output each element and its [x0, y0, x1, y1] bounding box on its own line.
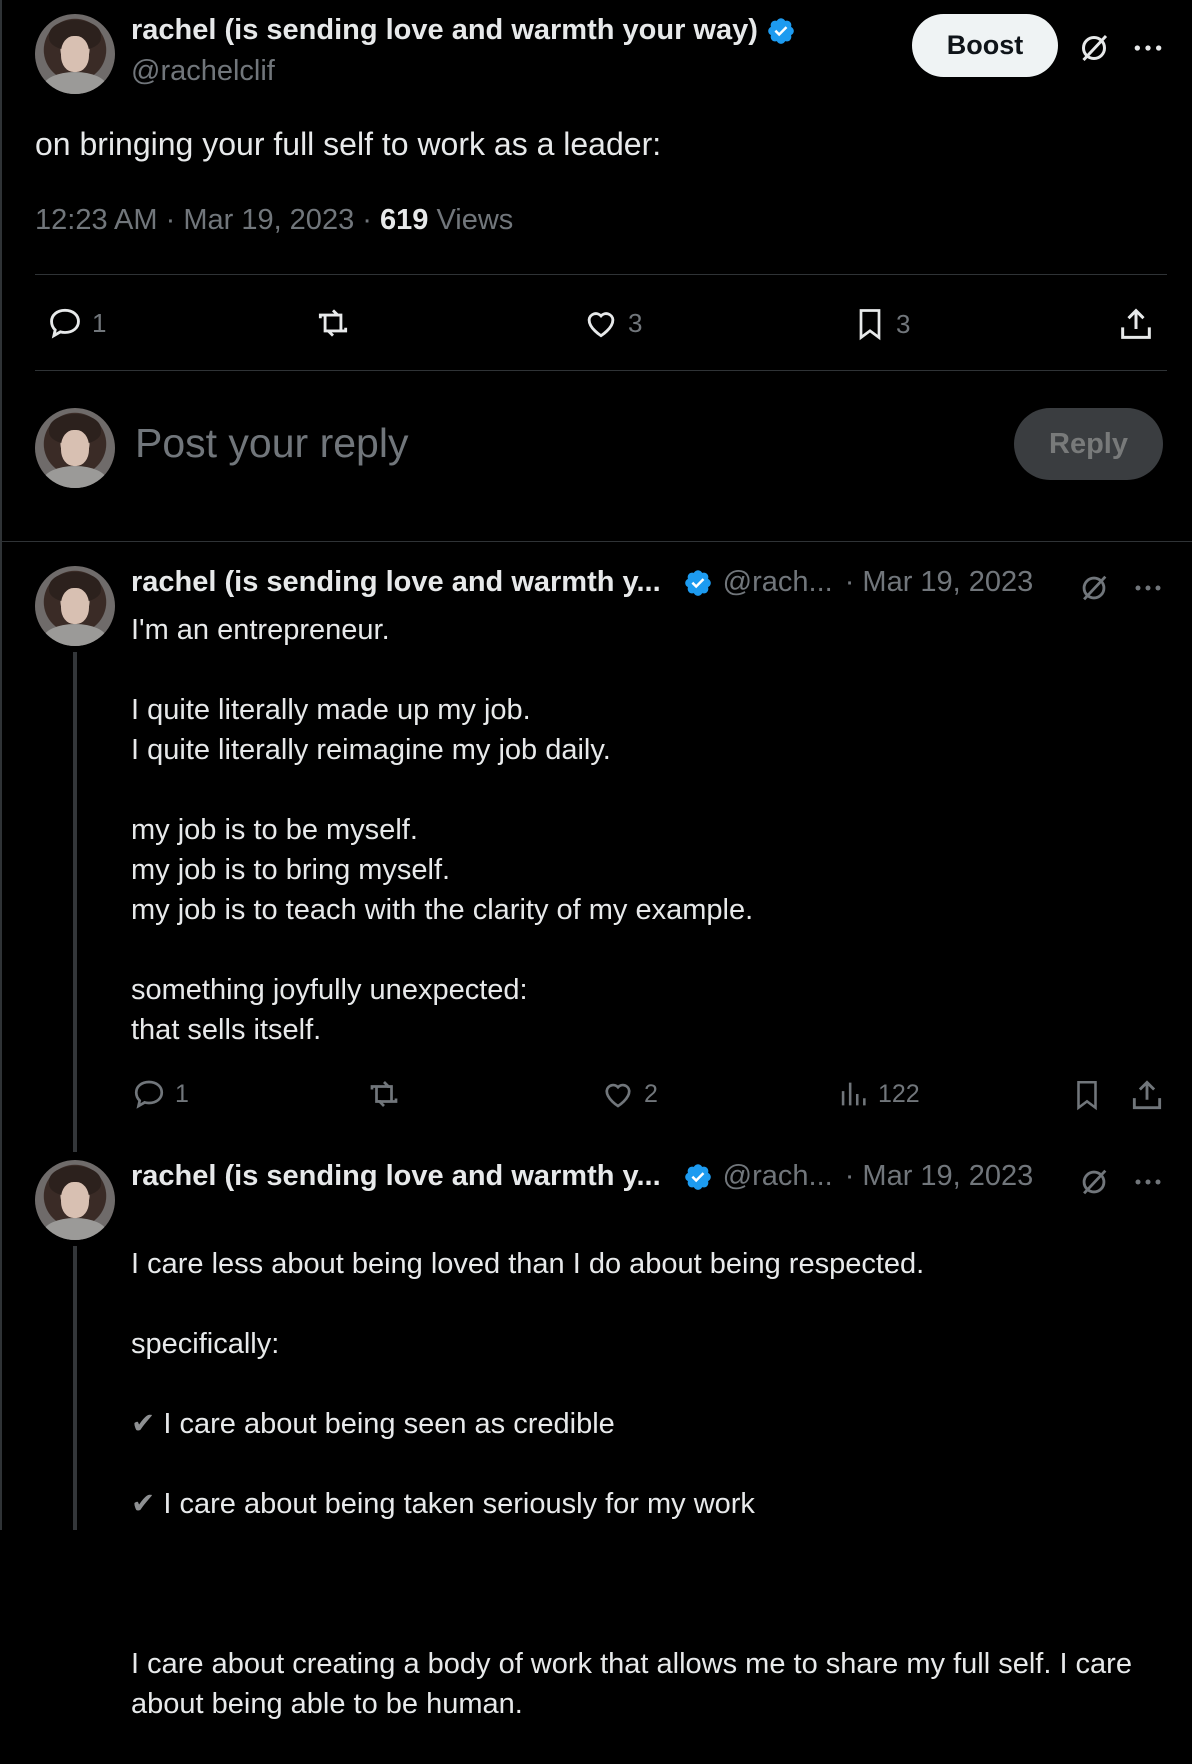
boost-button[interactable]: Boost	[912, 14, 1058, 77]
repost-action[interactable]	[312, 304, 354, 342]
grok-slash-icon[interactable]	[1074, 568, 1114, 608]
post-date[interactable]: Mar 19, 2023	[183, 204, 354, 236]
reply-icon	[50, 308, 80, 339]
main-post-author-name[interactable]: rachel (is sending love and warmth your …	[131, 14, 758, 47]
meta-separator: ·	[165, 204, 184, 236]
bookmark-count: 3	[896, 308, 911, 339]
reply1-author-name[interactable]: rachel (is sending love and warmth y...	[131, 566, 661, 599]
analytics-icon	[841, 1082, 866, 1106]
reply2-check-item: ✔ I care about being seen as credible	[131, 1408, 615, 1440]
verified-badge-icon	[684, 1163, 711, 1190]
heart-icon	[605, 1083, 631, 1108]
reply2-text-intro: I care less about being loved than I do …	[131, 1248, 925, 1360]
reply2-text: I care less about being loved than I do …	[131, 1204, 1161, 1764]
grok-slash-icon[interactable]	[1074, 28, 1114, 68]
reply2-check-item: ✔ I care about being taken seriously for…	[131, 1488, 755, 1520]
checkmark-icon: ✔	[131, 1488, 156, 1520]
reply2-author-name[interactable]: rachel (is sending love and warmth y...	[131, 1160, 661, 1193]
repost-icon	[318, 309, 348, 337]
views-action[interactable]: 122	[836, 1076, 920, 1112]
like-action[interactable]: 3	[582, 304, 642, 342]
repost-icon	[370, 1081, 398, 1107]
like-action[interactable]: 2	[600, 1076, 658, 1112]
reply-count: 1	[175, 1079, 189, 1108]
reply-submit-button[interactable]: Reply	[1014, 408, 1163, 480]
bookmark-icon	[859, 309, 881, 341]
meta-separator: ·	[362, 204, 380, 236]
share-icon	[1132, 1080, 1162, 1110]
grok-slash-icon[interactable]	[1074, 1162, 1114, 1202]
reply1-date[interactable]: · Mar 19, 2023	[845, 566, 1034, 599]
reply2-text-outro: I care about creating a body of work tha…	[131, 1648, 1132, 1720]
reply-icon	[134, 1080, 164, 1109]
reply2-header: rachel (is sending love and warmth y... …	[131, 1160, 1033, 1193]
reply2-date[interactable]: · Mar 19, 2023	[845, 1160, 1034, 1193]
main-post-avatar[interactable]	[35, 14, 115, 94]
share-icon	[1121, 308, 1151, 339]
views-label: Views	[436, 204, 514, 236]
reply1-header: rachel (is sending love and warmth y... …	[131, 566, 1033, 599]
heart-icon	[587, 312, 615, 338]
share-action[interactable]	[1128, 1076, 1166, 1114]
post-time[interactable]: 12:23 AM	[35, 204, 158, 236]
reply-count: 1	[92, 307, 107, 338]
reply1-avatar[interactable]	[35, 566, 115, 646]
main-post-author[interactable]: rachel (is sending love and warmth your …	[131, 14, 796, 47]
bookmark-action[interactable]	[1070, 1076, 1104, 1114]
reply2-avatar[interactable]	[35, 1160, 115, 1240]
checkmark-icon: ✔	[131, 1408, 156, 1440]
like-count: 2	[644, 1079, 658, 1108]
more-options-icon[interactable]	[1128, 28, 1168, 68]
main-post-text: on bringing your full self to work as a …	[35, 126, 662, 162]
thread-line	[73, 652, 77, 1152]
reply-input[interactable]: Post your reply	[135, 420, 985, 470]
views-count: 122	[878, 1079, 920, 1108]
composer-avatar	[35, 408, 115, 488]
reply1-text: I'm an entrepreneur. I quite literally m…	[131, 614, 754, 1046]
verified-badge-icon	[684, 569, 711, 596]
divider	[35, 274, 1167, 275]
views-count: 619	[379, 204, 429, 236]
like-count: 3	[628, 307, 643, 338]
more-options-icon[interactable]	[1128, 1162, 1168, 1202]
main-post-meta: 12:23 AM · Mar 19, 2023 · 619 Views	[35, 204, 513, 237]
share-action[interactable]	[1116, 304, 1156, 344]
bookmark-icon	[1077, 1080, 1097, 1111]
reply1-handle[interactable]: @rach...	[723, 566, 833, 599]
divider	[35, 370, 1167, 371]
thread-line	[73, 1246, 77, 1530]
reply-action[interactable]: 1	[46, 304, 106, 342]
column-border-left	[0, 0, 2, 1530]
section-divider	[0, 541, 1192, 542]
main-post-handle[interactable]: @rachelclif	[131, 55, 275, 88]
reply2-handle[interactable]: @rach...	[723, 1160, 833, 1193]
more-options-icon[interactable]	[1128, 568, 1168, 608]
reply-action[interactable]: 1	[131, 1076, 189, 1112]
repost-action[interactable]	[364, 1076, 404, 1112]
verified-badge-icon	[768, 17, 794, 44]
bookmark-action[interactable]: 3	[852, 304, 910, 344]
